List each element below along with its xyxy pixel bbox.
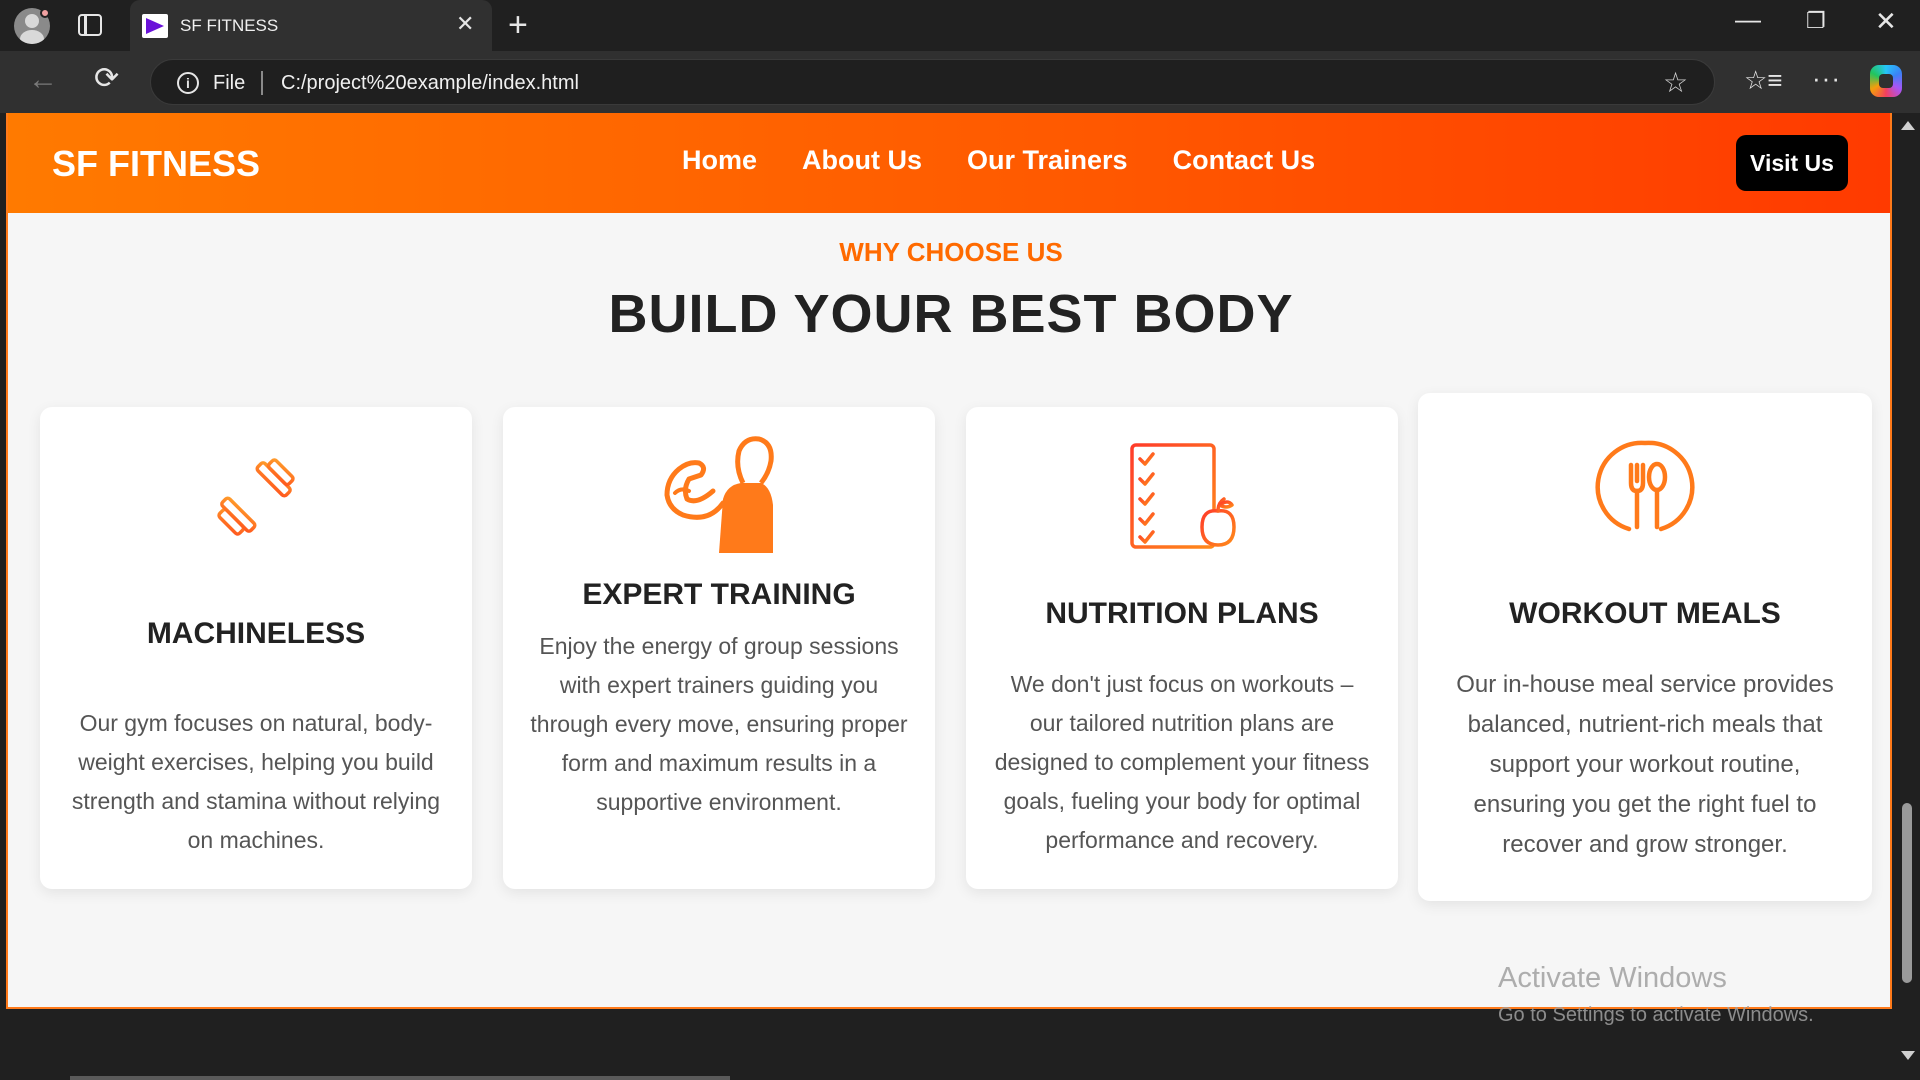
feature-card-expert-training: EXPERT TRAINING Enjoy the energy of grou… xyxy=(503,407,935,889)
nutrition-checklist-icon xyxy=(1130,443,1236,549)
minimize-icon[interactable]: — xyxy=(1735,4,1761,35)
nav-link-about-us[interactable]: About Us xyxy=(802,145,922,176)
site-logo[interactable]: SF FITNESS xyxy=(52,143,260,185)
card-text: Our in-house meal service provides balan… xyxy=(1456,671,1834,858)
dumbbell-icon xyxy=(217,458,295,536)
site-info-icon[interactable]: i xyxy=(177,72,199,94)
profile-notification-dot xyxy=(40,8,50,18)
card-title: WORKOUT MEALS xyxy=(1509,597,1781,630)
card-text: Our gym focuses on natural, body-weight … xyxy=(71,710,441,853)
scrollbar-thumb[interactable] xyxy=(1902,803,1912,983)
feature-card-machineless: MACHINELESS Our gym focuses on natural, … xyxy=(40,407,472,889)
section-title: BUILD YOUR BEST BODY xyxy=(608,284,1294,344)
card-text: We don't just focus on workouts – our ta… xyxy=(994,671,1370,853)
favorite-star-icon[interactable]: ☆ xyxy=(1663,66,1688,99)
page-viewport: SF FITNESS Home About Us Our Trainers Co… xyxy=(6,113,1892,1009)
copilot-icon[interactable] xyxy=(1870,65,1902,97)
more-options-icon[interactable]: ··· xyxy=(1812,63,1841,94)
trainer-flex-icon xyxy=(664,436,774,553)
restore-icon[interactable]: ❐ xyxy=(1806,8,1826,34)
feature-card-nutrition-plans: NUTRITION PLANS We don't just focus on w… xyxy=(966,407,1398,889)
favorites-icon[interactable]: ☆≡ xyxy=(1744,65,1782,96)
card-title: NUTRITION PLANS xyxy=(1045,597,1319,630)
visit-us-button[interactable]: Visit Us xyxy=(1736,135,1848,191)
activate-windows-title: Activate Windows xyxy=(1498,962,1727,994)
card-title: MACHINELESS xyxy=(146,617,366,650)
nav-link-contact-us[interactable]: Contact Us xyxy=(1173,145,1316,176)
new-tab-icon[interactable]: + xyxy=(508,6,528,45)
reload-icon[interactable]: ⟳ xyxy=(94,61,119,96)
taskbar-edge xyxy=(70,1076,730,1080)
site-favicon-icon xyxy=(142,14,168,38)
close-tab-icon[interactable]: ✕ xyxy=(456,12,474,36)
address-scheme-label: File xyxy=(213,72,246,94)
card-title: EXPERT TRAINING xyxy=(582,578,856,611)
fork-spoon-icon xyxy=(1595,440,1695,532)
browser-titlebar: SF FITNESS ✕ + — ❐ ✕ xyxy=(0,0,1920,51)
card-text: Enjoy the energy of group sessions with … xyxy=(530,633,908,815)
address-url[interactable]: C:/project%20example/index.html xyxy=(281,72,579,95)
scroll-up-arrow-icon[interactable] xyxy=(1901,121,1915,130)
scroll-down-arrow-icon[interactable] xyxy=(1901,1051,1915,1060)
nav-link-home[interactable]: Home xyxy=(682,145,757,176)
activate-windows-subtitle: Go to Settings to activate Windows. xyxy=(1498,1004,1814,1026)
tab-title: SF FITNESS xyxy=(180,16,279,35)
nav-link-our-trainers[interactable]: Our Trainers xyxy=(967,145,1128,176)
browser-tab-active[interactable]: SF FITNESS ✕ xyxy=(130,0,492,51)
address-separator xyxy=(261,71,263,95)
main-nav: Home About Us Our Trainers Contact Us xyxy=(682,145,1315,176)
back-arrow-icon[interactable]: ← xyxy=(28,63,58,97)
feature-card-workout-meals: WORKOUT MEALS Our in-house meal service … xyxy=(1418,393,1872,901)
section-kicker: WHY CHOOSE US xyxy=(839,237,1063,267)
site-header: SF FITNESS Home About Us Our Trainers Co… xyxy=(8,113,1890,213)
address-bar[interactable]: i File C:/project%20example/index.html ☆ xyxy=(150,59,1715,105)
vertical-scrollbar[interactable] xyxy=(1894,113,1920,1080)
browser-toolbar: ← ⟳ i File C:/project%20example/index.ht… xyxy=(0,51,1920,113)
close-window-icon[interactable]: ✕ xyxy=(1875,6,1897,37)
tab-actions-icon[interactable] xyxy=(78,14,102,36)
